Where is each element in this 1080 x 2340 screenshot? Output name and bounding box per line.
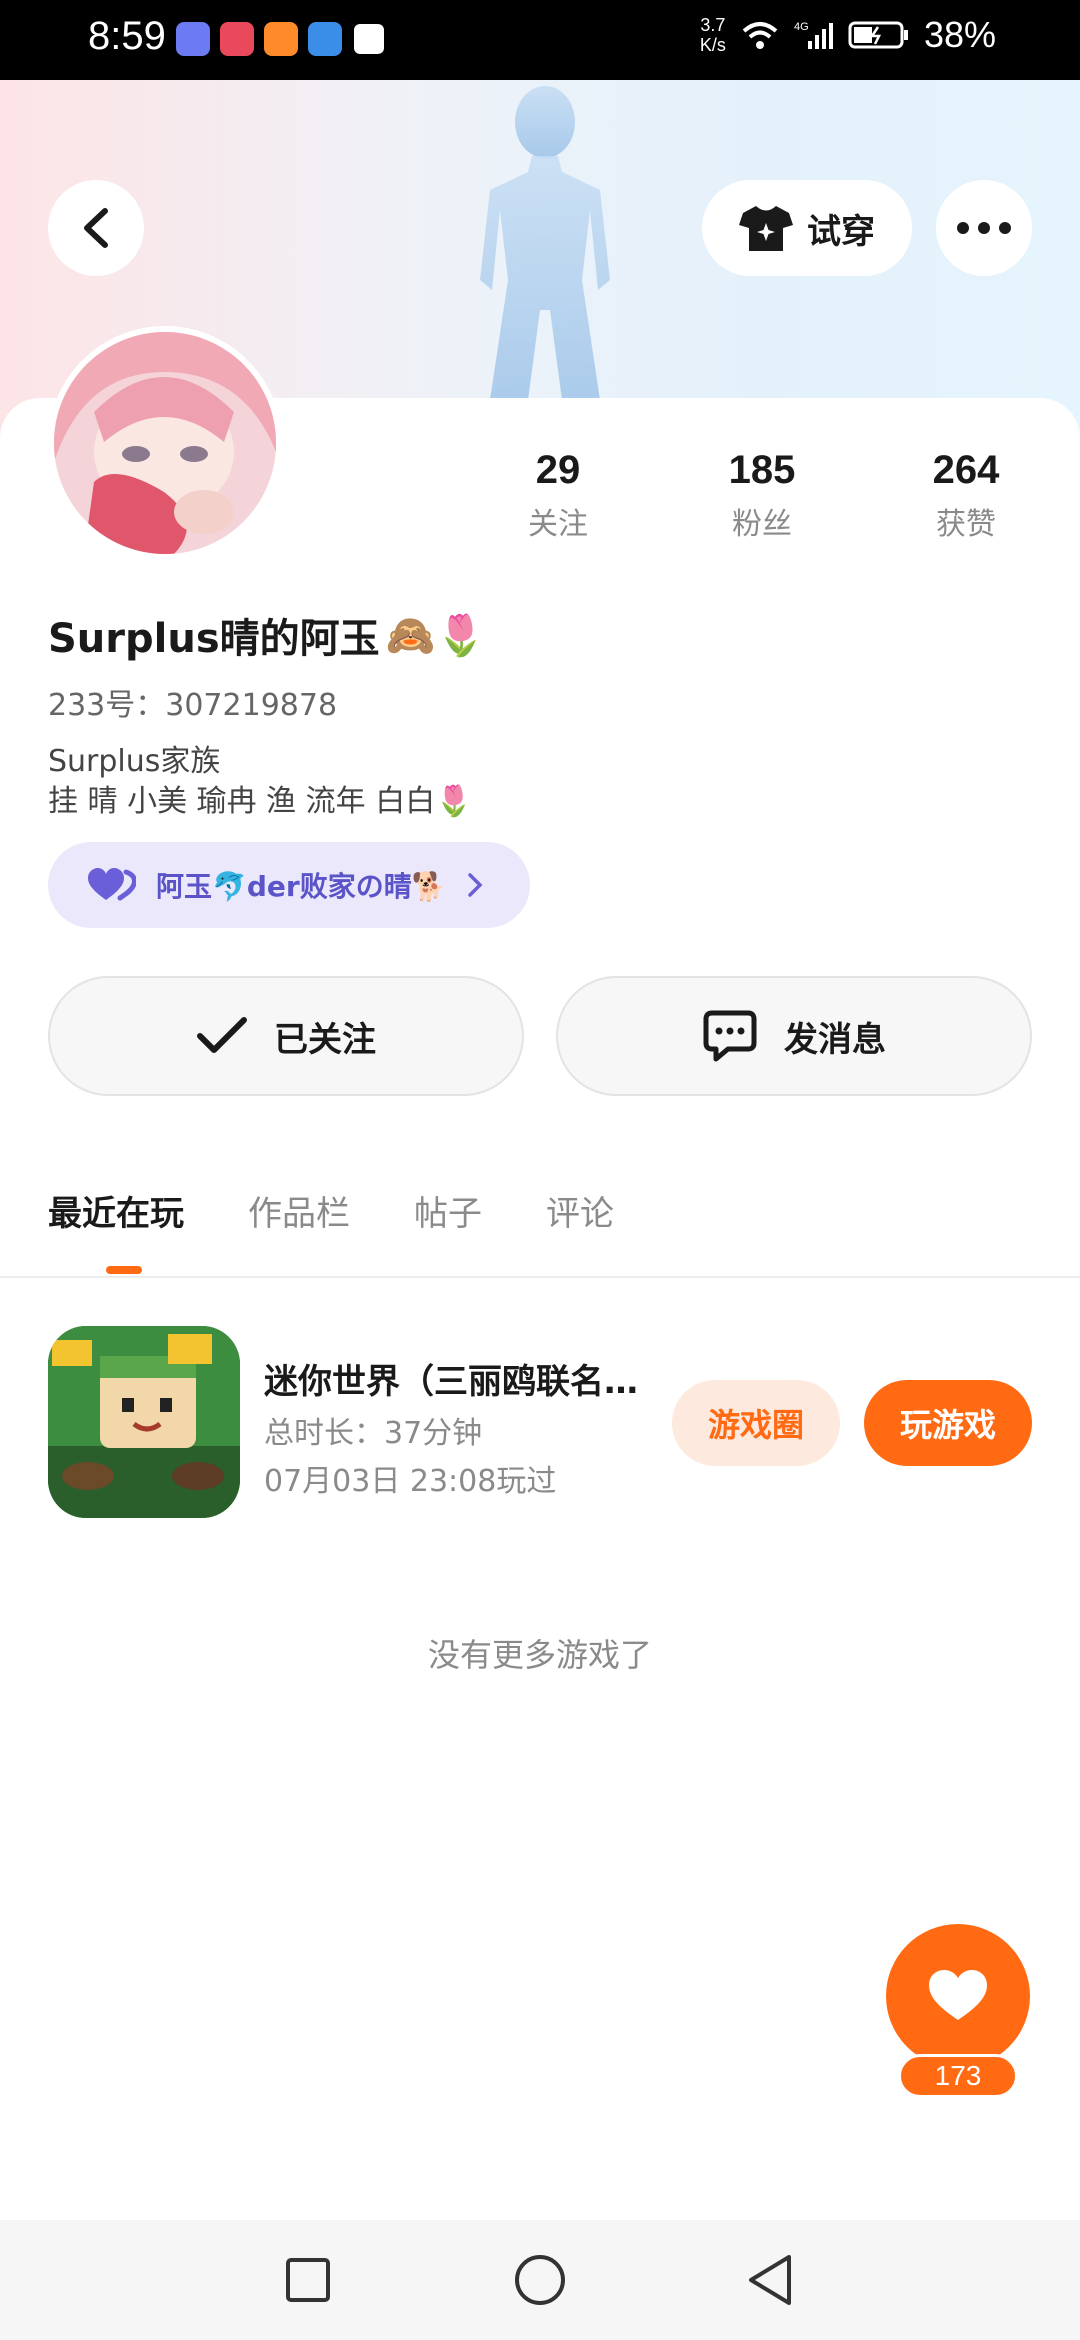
more-icon <box>957 222 1011 234</box>
stat-likes[interactable]: 264 获赞 <box>886 448 1046 543</box>
user-id: 233号：307219878 <box>48 688 338 723</box>
followed-button[interactable]: 已关注 <box>48 976 524 1096</box>
family-chip-label: 阿玉🐬der败家の晴🐕 <box>156 870 447 903</box>
net-speed: 3.7 K/s <box>700 15 726 55</box>
play-game-button[interactable]: 玩游戏 <box>864 1380 1032 1466</box>
stat-likes-label: 获赞 <box>936 507 996 542</box>
recents-button[interactable] <box>276 2248 340 2312</box>
battery-icon <box>848 21 908 49</box>
username-text: Surplus晴的阿玉 <box>48 616 380 662</box>
chevron-right-icon <box>467 873 483 897</box>
stat-followers[interactable]: 185 粉丝 <box>682 448 842 543</box>
circle-icon <box>515 2255 565 2305</box>
followed-label: 已关注 <box>274 1019 376 1060</box>
back-icon <box>84 208 108 248</box>
profile-tabs: 最近在玩 作品栏 帖子 评论 <box>48 1186 614 1235</box>
stat-following-label: 关注 <box>528 507 588 542</box>
avatar-image <box>54 332 276 554</box>
wifi-icon <box>742 22 778 49</box>
heart-icon <box>929 1970 987 2020</box>
game-icon[interactable] <box>48 1326 240 1518</box>
stat-followers-label: 粉丝 <box>732 507 792 542</box>
game-title[interactable]: 迷你世界（三丽鸥联名版） <box>264 1354 644 1403</box>
check-icon <box>197 1017 247 1053</box>
shirt-icon <box>739 206 793 251</box>
video-app-icon <box>264 22 298 56</box>
tab-recently-played[interactable]: 最近在玩 <box>48 1186 184 1235</box>
status-right: 3.7 K/s 4G 38% <box>700 14 996 56</box>
home-button[interactable] <box>508 2248 572 2312</box>
bio-line-1: Surplus家族 <box>48 744 221 779</box>
stat-likes-value: 264 <box>932 448 1000 492</box>
try-on-label: 试穿 <box>807 211 875 252</box>
bio-line-2: 挂 晴 小美 瑜冉 渔 流年 白白🌷 <box>48 784 473 819</box>
game-circle-button[interactable]: 游戏圈 <box>672 1380 840 1466</box>
try-on-button[interactable]: 试穿 <box>702 180 912 276</box>
username: Surplus晴的阿玉 🙈🌷 <box>48 606 485 664</box>
back-nav-button[interactable] <box>738 2248 802 2312</box>
active-tab-indicator <box>106 1266 142 1274</box>
music-app-icon <box>176 22 210 56</box>
cellular-signal-icon: 4G <box>794 21 833 49</box>
avatar[interactable] <box>48 326 282 560</box>
back-button[interactable] <box>48 180 144 276</box>
system-nav-bar <box>0 2220 1080 2340</box>
bio: Surplus家族 挂 晴 小美 瑜冉 渔 流年 白白🌷 <box>48 742 473 822</box>
more-button[interactable] <box>936 180 1032 276</box>
status-bar: 8:59 3.7 K/s 4G 38% <box>0 0 1080 80</box>
book-app-icon <box>220 22 254 56</box>
stat-following[interactable]: 29 关注 <box>478 448 638 543</box>
hand-app-icon <box>352 22 386 56</box>
no-more-games-text: 没有更多游戏了 <box>427 1636 652 1674</box>
battery-percentage: 38% <box>923 14 996 55</box>
stat-followers-value: 185 <box>728 448 796 492</box>
game-last-played: 07月03日 23:08玩过 <box>264 1464 557 1499</box>
like-count-badge: 173 <box>898 2054 1018 2098</box>
like-button[interactable] <box>886 1924 1030 2068</box>
tab-posts[interactable]: 帖子 <box>414 1186 482 1235</box>
net-speed-unit: K/s <box>699 35 726 55</box>
triangle-back-icon <box>749 2255 791 2305</box>
browser-app-icon <box>308 22 342 56</box>
tab-works[interactable]: 作品栏 <box>248 1186 350 1235</box>
family-chip[interactable]: 阿玉🐬der败家の晴🐕 <box>48 842 530 928</box>
send-message-button[interactable]: 发消息 <box>556 976 1032 1096</box>
chat-bubble-icon <box>703 1010 757 1062</box>
game-duration: 总时长：37分钟 <box>264 1416 483 1451</box>
tabs-divider <box>0 1276 1080 1278</box>
stat-following-value: 29 <box>535 448 581 492</box>
avatar-figure-hologram <box>480 86 610 400</box>
status-app-icons <box>176 22 386 56</box>
net-speed-value: 3.7 <box>700 15 726 35</box>
username-emoji: 🙈🌷 <box>385 612 486 659</box>
status-time: 8:59 <box>88 14 166 58</box>
send-message-label: 发消息 <box>784 1019 886 1060</box>
double-heart-icon <box>88 868 136 901</box>
network-type-text: 4G <box>794 21 809 33</box>
square-icon <box>286 2258 330 2302</box>
game-cover-image <box>48 1326 240 1518</box>
tab-comments[interactable]: 评论 <box>546 1186 614 1235</box>
